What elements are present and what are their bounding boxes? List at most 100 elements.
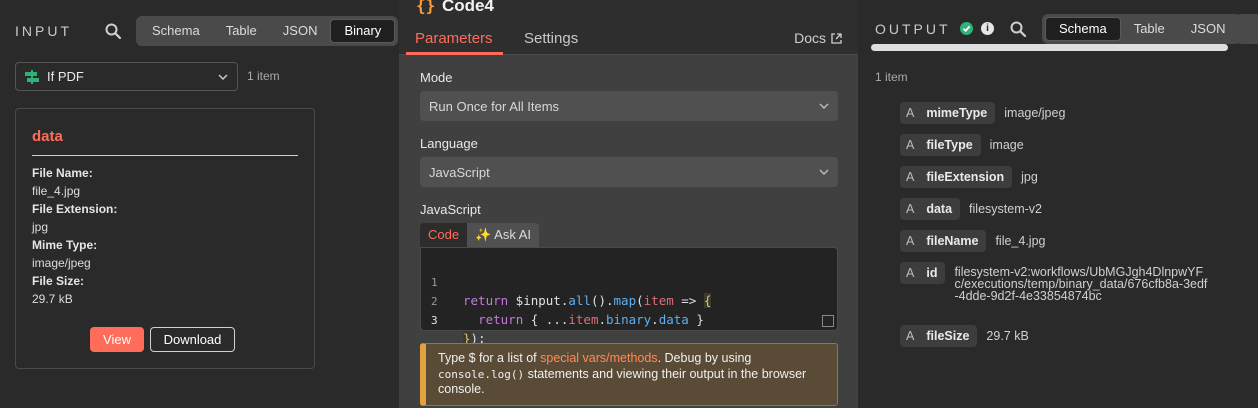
field-pill[interactable]: AfileSize [900, 325, 978, 347]
field-pill[interactable]: AfileName [900, 230, 987, 252]
external-link-icon [831, 32, 842, 44]
field-value: filesystem-v2:workflows/UbMGJgh4DlnpwYFc… [954, 265, 1208, 303]
success-check-icon [960, 22, 973, 35]
tab-parameters[interactable]: Parameters [415, 30, 493, 47]
pin-data-button[interactable] [1236, 14, 1258, 44]
info-icon[interactable]: i [981, 22, 994, 35]
code-tab[interactable]: Code [420, 223, 468, 247]
schema-field: AfileName file_4.jpg [900, 230, 1046, 252]
docs-label: Docs [794, 30, 826, 46]
if-node-icon [25, 69, 39, 84]
field-pill[interactable]: AfileExtension [900, 166, 1013, 188]
field-pill[interactable]: Adata [900, 198, 961, 220]
field-key: fileName [926, 234, 979, 248]
tab-settings[interactable]: Settings [524, 30, 578, 47]
mime-type-label: Mime Type: [32, 238, 98, 252]
chevron-down-icon [819, 103, 829, 109]
input-view-switcher: Schema Table JSON Binary [136, 16, 399, 46]
hint-text: Type $ for a list of [438, 351, 541, 365]
file-ext-label: File Extension: [32, 202, 118, 216]
field-value: 29.7 kB [986, 329, 1029, 343]
hint-text: . Debug by using [657, 351, 752, 365]
output-tab-table[interactable]: Table [1121, 17, 1178, 41]
field-key: fileSize [926, 329, 970, 343]
input-item-count: 1 item [247, 69, 280, 83]
chevron-down-icon [218, 74, 228, 80]
language-label: Language [420, 136, 478, 151]
code-tabs: Code ✨ Ask AI [420, 223, 540, 247]
field-value: image/jpeg [1004, 106, 1066, 120]
output-title: OUTPUT [875, 21, 951, 37]
field-value: filesystem-v2 [969, 202, 1042, 216]
node-editor-panel: {} Code4 Parameters Settings Docs Mode R… [399, 0, 858, 408]
node-name[interactable]: Code4 [442, 0, 494, 16]
field-pill[interactable]: Aid [900, 262, 946, 284]
divider [32, 155, 298, 156]
binary-title: data [32, 128, 63, 145]
output-tab-json[interactable]: JSON [1178, 17, 1239, 41]
code-line: 1 return $input.all().map(item => { [431, 276, 712, 308]
language-select[interactable]: JavaScript [420, 157, 838, 187]
field-key: fileExtension [926, 170, 1005, 184]
mode-value: Run Once for All Items [429, 98, 560, 114]
mode-select[interactable]: Run Once for All Items [420, 91, 838, 121]
schema-field: AfileType image [900, 134, 1024, 156]
string-type-icon: A [906, 170, 915, 184]
input-source-select[interactable]: If PDF [15, 62, 238, 91]
output-tab-schema[interactable]: Schema [1045, 17, 1121, 41]
schema-field: Aid filesystem-v2:workflows/UbMGJgh4Dlnp… [900, 262, 1211, 302]
field-value: file_4.jpg [995, 234, 1046, 248]
code-label: JavaScript [420, 202, 481, 217]
file-name-value: file_4.jpg [32, 184, 81, 198]
node-header: {} Code4 Parameters Settings Docs [399, 0, 858, 55]
string-type-icon: A [906, 106, 915, 120]
file-name-label: File Name: [32, 166, 93, 180]
field-key: fileType [926, 138, 973, 152]
code-line: 2 return { ...item.binary.data } [431, 295, 704, 327]
language-value: JavaScript [429, 164, 490, 180]
input-tab-table[interactable]: Table [213, 19, 270, 43]
input-tab-binary[interactable]: Binary [330, 19, 396, 43]
string-type-icon: A [906, 266, 915, 280]
mime-type-value: image/jpeg [32, 256, 91, 270]
field-value: jpg [1021, 170, 1038, 184]
code-hint-callout: Type $ for a list of special vars/method… [420, 343, 838, 406]
search-icon[interactable] [104, 22, 122, 40]
input-tab-json[interactable]: JSON [270, 19, 331, 43]
input-tab-schema[interactable]: Schema [139, 19, 213, 43]
file-size-value: 29.7 kB [32, 292, 73, 306]
input-title: INPUT [15, 23, 72, 39]
ask-ai-tab[interactable]: ✨ Ask AI [467, 223, 540, 247]
horizontal-scrollbar[interactable] [871, 44, 1228, 51]
binary-data-card: data File Name: file_4.jpg File Extensio… [15, 108, 315, 369]
special-vars-link[interactable]: special vars/methods [540, 351, 657, 365]
schema-field: AmimeType image/jpeg [900, 102, 1065, 124]
download-button[interactable]: Download [150, 327, 235, 352]
view-button[interactable]: View [90, 327, 144, 352]
file-ext-value: jpg [32, 220, 49, 234]
search-icon[interactable] [1009, 20, 1027, 38]
output-panel: OUTPUT i Schema Table JSON 1 item AmimeT… [859, 0, 1258, 408]
schema-field: Adata filesystem-v2 [900, 198, 1042, 220]
field-value: image [989, 138, 1024, 152]
string-type-icon: A [906, 234, 915, 248]
file-size-label: File Size: [32, 274, 85, 288]
field-key: mimeType [926, 106, 988, 120]
code-editor[interactable]: 1 return $input.all().map(item => { 2 re… [420, 247, 838, 346]
resize-handle[interactable] [822, 315, 834, 327]
schema-field: AfileExtension jpg [900, 166, 1038, 188]
input-source-label: If PDF [47, 69, 84, 84]
hint-code: console.log() [438, 367, 525, 381]
string-type-icon: A [906, 202, 915, 216]
field-pill[interactable]: AmimeType [900, 102, 996, 124]
active-tab-indicator [406, 52, 503, 55]
output-item-count: 1 item [875, 70, 908, 84]
docs-link[interactable]: Docs [794, 30, 842, 46]
code-line: 3 }); [431, 314, 486, 346]
chevron-down-icon [819, 169, 829, 175]
output-view-switcher: Schema Table JSON [1042, 14, 1242, 44]
string-type-icon: A [906, 329, 915, 343]
field-key: id [926, 266, 938, 280]
schema-field: AfileSize 29.7 kB [900, 325, 1029, 347]
field-pill[interactable]: AfileType [900, 134, 981, 156]
